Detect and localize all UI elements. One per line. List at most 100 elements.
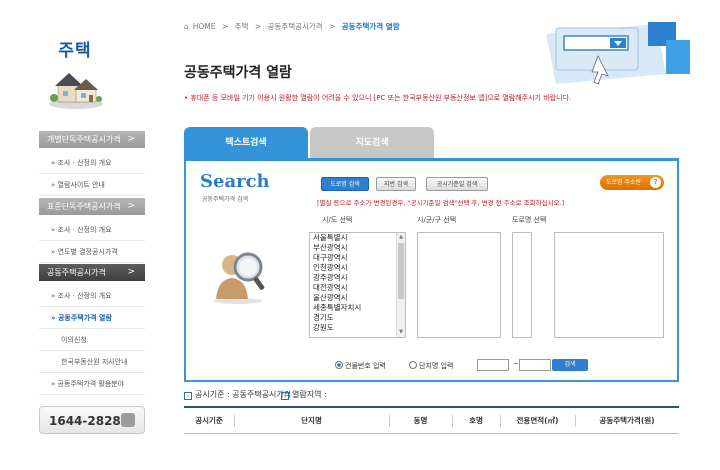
col-header: 호명 xyxy=(469,416,483,425)
phone-number: 1644-2828 xyxy=(49,414,121,428)
sidebar-section-label: 공동주택공시가격 xyxy=(47,268,106,277)
chevron-right-icon: > xyxy=(127,201,135,211)
chevron-right-icon: > xyxy=(127,134,135,144)
sidebar-item-yearly-prices[interactable]: » 연도별 결정공시가격 xyxy=(39,241,145,263)
person-search-icon xyxy=(214,252,265,304)
road-label: 도로명 선택 xyxy=(512,216,547,224)
sidebar-item-branch-guide[interactable]: 한국부동산원 지사안내 xyxy=(39,351,145,373)
sido-option[interactable]: 울산광역시 xyxy=(310,293,405,303)
col-header: 단지명 xyxy=(301,416,322,425)
sidebar-item-survey-overview-3[interactable]: » 조사 · 산정의 개요 xyxy=(39,285,145,307)
scroll-down-icon[interactable]: ▼ xyxy=(398,329,404,336)
building-number-main-input[interactable] xyxy=(477,359,509,371)
radio-label: 단지명 입력 xyxy=(419,362,454,370)
base-date-search-button[interactable]: 공시기준일 검색 xyxy=(426,177,488,191)
tab-text-search[interactable]: 텍스트검색 xyxy=(184,127,308,159)
phone-icon xyxy=(121,413,135,427)
sidebar-item-site-guide[interactable]: » 열람사이트 안내 xyxy=(39,174,145,196)
info-icon: › xyxy=(184,392,192,400)
search-illustration-icon xyxy=(546,22,690,85)
breadcrumb-sep: > xyxy=(329,22,336,31)
scroll-thumb[interactable] xyxy=(398,243,404,299)
sido-option[interactable]: 대전광역시 xyxy=(310,283,405,293)
search-submit-button[interactable]: 검색 xyxy=(552,359,588,371)
search-panel: Search 공동주택가격 검색 도로명 검색 지번 검색 공시기준일 검색 도… xyxy=(184,158,679,382)
sidebar-section-individual[interactable]: 개별단독주택공시가격 > xyxy=(39,131,145,148)
sidebar-item-label: 열람사이트 안내 xyxy=(57,181,105,189)
breadcrumb-item[interactable]: 주택 xyxy=(235,22,249,31)
radio-dot xyxy=(409,361,417,369)
sidebar-item-label: 한국부동산원 지사안내 xyxy=(61,358,128,366)
address-warning: [멸실 등으로 주소가 변경된경우, "공시기준일 검색"선택 후, 변경 전 … xyxy=(317,199,565,207)
road-initial-select[interactable] xyxy=(512,232,532,338)
sidebar-item-price-view[interactable]: » 공동주택가격 열람 xyxy=(39,307,145,329)
sido-option[interactable]: 서울특별시 xyxy=(310,233,405,243)
home-icon[interactable]: ⌂ xyxy=(184,22,189,31)
sidebar-item-label: 연도별 결정공시가격 xyxy=(57,248,118,256)
bullet-icon: » xyxy=(51,314,56,322)
radio-label: 건물번호 입력 xyxy=(345,362,386,370)
building-number-sub-input[interactable] xyxy=(519,359,551,371)
sidebar: 주택 개별단독주택공시가격 > » 조사 · 산정의 개요 » 열람사이트 안내… xyxy=(0,0,160,470)
bullet-icon: » xyxy=(51,226,56,234)
sidebar-section-label: 개별단독주택공시가격 xyxy=(47,135,121,144)
col-header: 전용면적(㎡) xyxy=(516,416,559,425)
sido-option[interactable]: 강원도 xyxy=(310,323,405,333)
road-select[interactable] xyxy=(554,232,664,338)
criteria-tag: › 공시기준 : 공동주택공시가격 xyxy=(184,389,291,400)
col-header: 공동주택가격(원) xyxy=(599,416,655,425)
bullet-icon: » xyxy=(51,181,56,189)
sidebar-item-survey-overview[interactable]: » 조사 · 산정의 개요 xyxy=(39,152,145,174)
sidebar-item-survey-overview-2[interactable]: » 조사 · 산정의 개요 xyxy=(39,219,145,241)
col-header: 동명 xyxy=(413,416,428,425)
sidebar-item-label: 조사 · 산정의 개요 xyxy=(57,292,112,300)
sido-select[interactable]: 서울특별시 부산광역시 대구광역시 인천광역시 광주광역시 대전광역시 울산광역… xyxy=(309,232,406,338)
sidebar-item-usage-fields[interactable]: » 공동주택가격 활용분야 xyxy=(39,373,145,395)
sido-option[interactable]: 세종특별자치시 xyxy=(310,303,405,313)
sidebar-item-label: 공동주택가격 열람 xyxy=(57,314,112,322)
sidebar-section-apartment[interactable]: 공동주택공시가격 > xyxy=(39,264,145,281)
sido-option[interactable]: 인천광역시 xyxy=(310,263,405,273)
road-search-button[interactable]: 도로명 검색 xyxy=(321,177,369,191)
lot-search-button[interactable]: 지번 검색 xyxy=(376,177,416,191)
bullet-icon: » xyxy=(51,248,56,256)
sigungu-select[interactable] xyxy=(417,232,501,338)
breadcrumb-item[interactable]: 공동주택공시가격 xyxy=(268,22,323,31)
bullet-icon: » xyxy=(51,380,56,388)
breadcrumb-sep: > xyxy=(221,22,229,31)
area-tag: › 열람지역 : xyxy=(281,389,327,400)
sido-option[interactable]: 광주광역시 xyxy=(310,273,405,283)
sidebar-item-label: 조사 · 산정의 개요 xyxy=(57,159,112,167)
radio-complex-name[interactable]: 단지명 입력 xyxy=(409,361,453,371)
sidebar-item-objection[interactable]: 이의신청 xyxy=(39,329,145,351)
sidebar-item-label: 이의신청 xyxy=(61,336,87,344)
range-tilde: ~ xyxy=(513,360,519,368)
col-header: 공시기준 xyxy=(195,416,223,425)
tab-map-search[interactable]: 지도검색 xyxy=(310,127,434,159)
breadcrumb: ⌂ HOME > 주택 > 공동주택공시가격 > 공동주택가격 열람 xyxy=(184,21,404,32)
radio-building-number[interactable]: 건물번호 입력 xyxy=(335,361,386,371)
sido-option[interactable]: 경기도 xyxy=(310,313,405,323)
scroll-up-icon[interactable]: ▲ xyxy=(398,234,404,241)
house-illustration-icon xyxy=(49,73,103,109)
sidebar-item-label: 공동주택가격 활용분야 xyxy=(57,380,125,388)
help-icon: ? xyxy=(650,177,661,188)
sigungu-label: 시/군/구 선택 xyxy=(417,216,457,224)
search-logo-sub: 공동주택가격 검색 xyxy=(202,196,249,203)
sido-scrollbar[interactable]: ▲ ▼ xyxy=(396,233,405,337)
sido-option[interactable]: 대구광역시 xyxy=(310,253,405,263)
breadcrumb-home[interactable]: HOME xyxy=(193,22,216,31)
page-title: 공동주택가격 열람 xyxy=(184,65,292,81)
chevron-right-icon: > xyxy=(127,267,135,277)
bullet-icon: » xyxy=(51,292,56,300)
sidebar-section-standard[interactable]: 표준단독주택공시가격 > xyxy=(39,198,145,215)
sido-option[interactable]: 부산광역시 xyxy=(310,243,405,253)
road-address-button[interactable]: 도로명 주소란 ? xyxy=(600,175,664,190)
search-logo: Search xyxy=(200,171,270,192)
sidebar-item-label: 조사 · 산정의 개요 xyxy=(57,226,112,234)
sidebar-section-label: 표준단독주택공시가격 xyxy=(47,202,121,211)
result-table: 공시기준 단지명 동명 호명 전용면적(㎡) 공동주택가격(원) xyxy=(184,406,679,434)
breadcrumb-current: 공동주택가격 열람 xyxy=(341,22,400,31)
phone-number-box: 1644-2828 xyxy=(39,406,145,434)
bullet-icon: » xyxy=(51,159,56,167)
